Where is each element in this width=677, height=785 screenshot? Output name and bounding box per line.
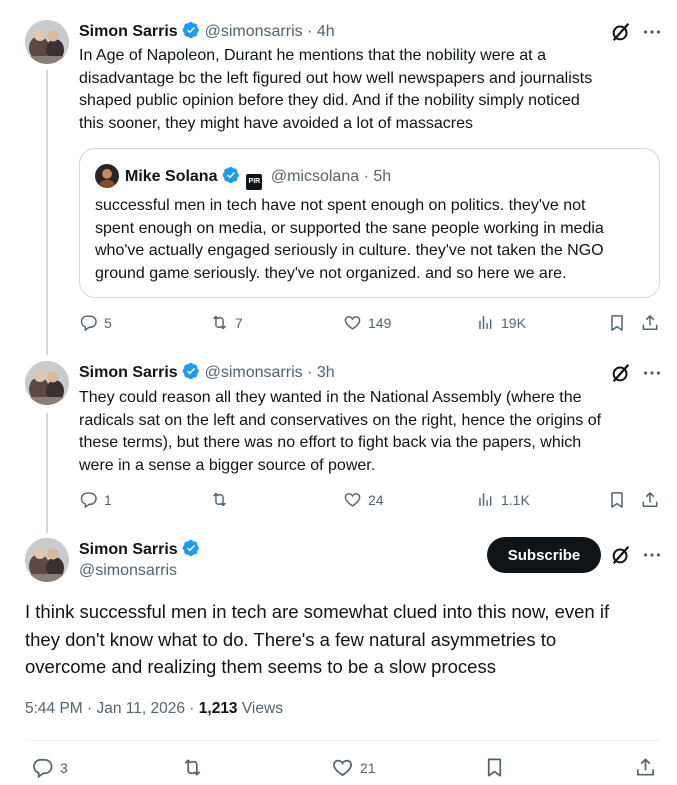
reply-button[interactable]: 3 — [31, 756, 68, 779]
author-name[interactable]: Simon Sarris — [79, 23, 178, 40]
repost-icon — [181, 756, 204, 779]
tweet-text-line: these terms), but there was no effort to… — [79, 434, 582, 451]
more-icon[interactable] — [641, 544, 663, 566]
tweet-header: Simon Sarris @simonsarris · 3h — [79, 362, 335, 382]
author-name[interactable]: Simon Sarris — [79, 364, 178, 381]
views-count: 1,213 — [198, 700, 238, 717]
quoted-text-line: spent enough on media, or supported the … — [95, 219, 604, 237]
tweet-text-line: shaped public opinion before they did. A… — [79, 92, 580, 109]
repost-icon — [210, 313, 229, 332]
quoted-header: Mike Solana PIR @micsolana · 5h — [125, 166, 391, 190]
views-label: Views — [241, 700, 283, 717]
tweet-text-line: I think successful men in tech are somew… — [25, 601, 610, 622]
share-icon[interactable] — [634, 756, 657, 779]
grok-icon[interactable] — [610, 362, 632, 384]
reply-icon — [31, 756, 54, 779]
subscribe-button[interactable]: Subscribe — [487, 537, 601, 573]
bookmark-icon[interactable] — [607, 313, 627, 333]
heart-icon — [343, 490, 362, 509]
reply-count: 1 — [104, 491, 112, 508]
quoted-tweet-time: · 5h — [363, 168, 392, 185]
grok-icon[interactable] — [610, 21, 632, 43]
quoted-avatar[interactable] — [95, 164, 119, 188]
views-icon — [476, 313, 495, 332]
views-count: 19K — [501, 314, 526, 331]
author-handle[interactable]: @simonsarris — [205, 23, 303, 40]
avatar-photo — [25, 20, 69, 64]
main-author-name-row: Simon Sarris — [79, 539, 200, 559]
author-handle[interactable]: @simonsarris — [205, 364, 303, 381]
author-name[interactable]: Simon Sarris — [79, 541, 178, 558]
reply-button[interactable]: 5 — [79, 313, 112, 332]
quoted-text-line: successful men in tech have not spent en… — [95, 197, 586, 214]
repost-button[interactable] — [210, 490, 235, 509]
reply-count: 5 — [104, 314, 112, 331]
quoted-avatar-photo — [95, 164, 119, 188]
quoted-author-handle: @micsolana — [270, 168, 360, 185]
repost-count: 7 — [235, 314, 243, 331]
more-icon[interactable] — [641, 21, 663, 43]
tweet-meta: 5:44 PM · Jan 11, 2026 · 1,213 Views — [25, 700, 283, 718]
thread-line — [46, 70, 48, 355]
author-handle[interactable]: @simonsarris — [79, 562, 177, 580]
tweet-text-line: this sooner, they might have avoided a l… — [79, 114, 473, 132]
verified-badge-icon[interactable] — [182, 21, 200, 39]
share-icon[interactable] — [640, 313, 660, 333]
share-icon[interactable] — [640, 490, 660, 510]
like-count: 21 — [360, 759, 376, 776]
bookmark-icon[interactable] — [607, 490, 627, 510]
avatar[interactable] — [25, 361, 69, 405]
tweet-time[interactable]: · 3h — [307, 364, 335, 381]
tweet-text-line: they don't know what to do. There's a fe… — [25, 628, 557, 650]
avatar[interactable] — [25, 538, 69, 582]
avatar-photo — [25, 538, 69, 582]
bookmark-icon[interactable] — [483, 756, 506, 779]
reply-count: 3 — [60, 759, 68, 776]
grok-icon[interactable] — [610, 544, 632, 566]
heart-icon — [331, 756, 354, 779]
reply-icon — [79, 490, 98, 509]
verified-badge-icon[interactable] — [182, 539, 200, 557]
verified-badge-icon[interactable] — [182, 362, 200, 380]
like-button[interactable]: 24 — [343, 490, 384, 509]
repost-icon — [210, 490, 229, 509]
tweet-text-line: In Age of Napoleon, Durant he mentions t… — [79, 47, 546, 64]
divider — [25, 740, 661, 741]
verified-badge-icon — [222, 166, 240, 184]
quoted-author-name: Mike Solana — [125, 168, 218, 185]
like-button[interactable]: 21 — [331, 756, 376, 779]
tweet-text-line: radicals sat on the left and conservativ… — [79, 411, 602, 429]
affiliation-badge: PIR — [246, 174, 263, 190]
like-button[interactable]: 149 — [343, 313, 391, 332]
quoted-text-line: who've actually engaged seriously in cul… — [95, 242, 604, 259]
tweet-text-line: They could reason all they wanted in the… — [79, 389, 582, 406]
like-count: 149 — [368, 314, 392, 331]
main-tweet-text: I think successful men in tech are somew… — [25, 598, 665, 681]
repost-button[interactable]: 7 — [210, 313, 243, 332]
avatar[interactable] — [25, 20, 69, 64]
tweet-text-line: disadvantage bc the left figured out how… — [79, 69, 593, 87]
thread-line — [46, 413, 48, 533]
reply-icon — [79, 313, 98, 332]
tweet-text-line: overcome and realizing them seems to be … — [25, 656, 496, 677]
views-icon — [476, 490, 495, 509]
tweet-text-line: were in a sense a bigger source of power… — [79, 456, 376, 474]
more-icon[interactable] — [641, 362, 663, 384]
heart-icon — [343, 313, 362, 332]
views-button[interactable]: 1.1K — [476, 490, 530, 509]
quoted-tweet-text: successful men in tech have not spent en… — [95, 195, 655, 285]
views-button[interactable]: 19K — [476, 313, 526, 332]
quoted-text-line: ground game seriously. they've not organ… — [95, 264, 567, 282]
tweet-header: Simon Sarris @simonsarris · 4h — [79, 21, 335, 41]
like-count: 24 — [368, 491, 384, 508]
tweet-text: In Age of Napoleon, Durant he mentions t… — [79, 45, 669, 135]
tweet-timestamp[interactable]: 5:44 PM · Jan 11, 2026 · — [25, 700, 194, 717]
views-count: 1.1K — [501, 491, 530, 508]
tweet-text: They could reason all they wanted in the… — [79, 387, 669, 477]
reply-button[interactable]: 1 — [79, 490, 112, 509]
avatar-photo — [25, 361, 69, 405]
tweet-time[interactable]: · 4h — [307, 23, 335, 40]
repost-button[interactable] — [181, 756, 210, 779]
